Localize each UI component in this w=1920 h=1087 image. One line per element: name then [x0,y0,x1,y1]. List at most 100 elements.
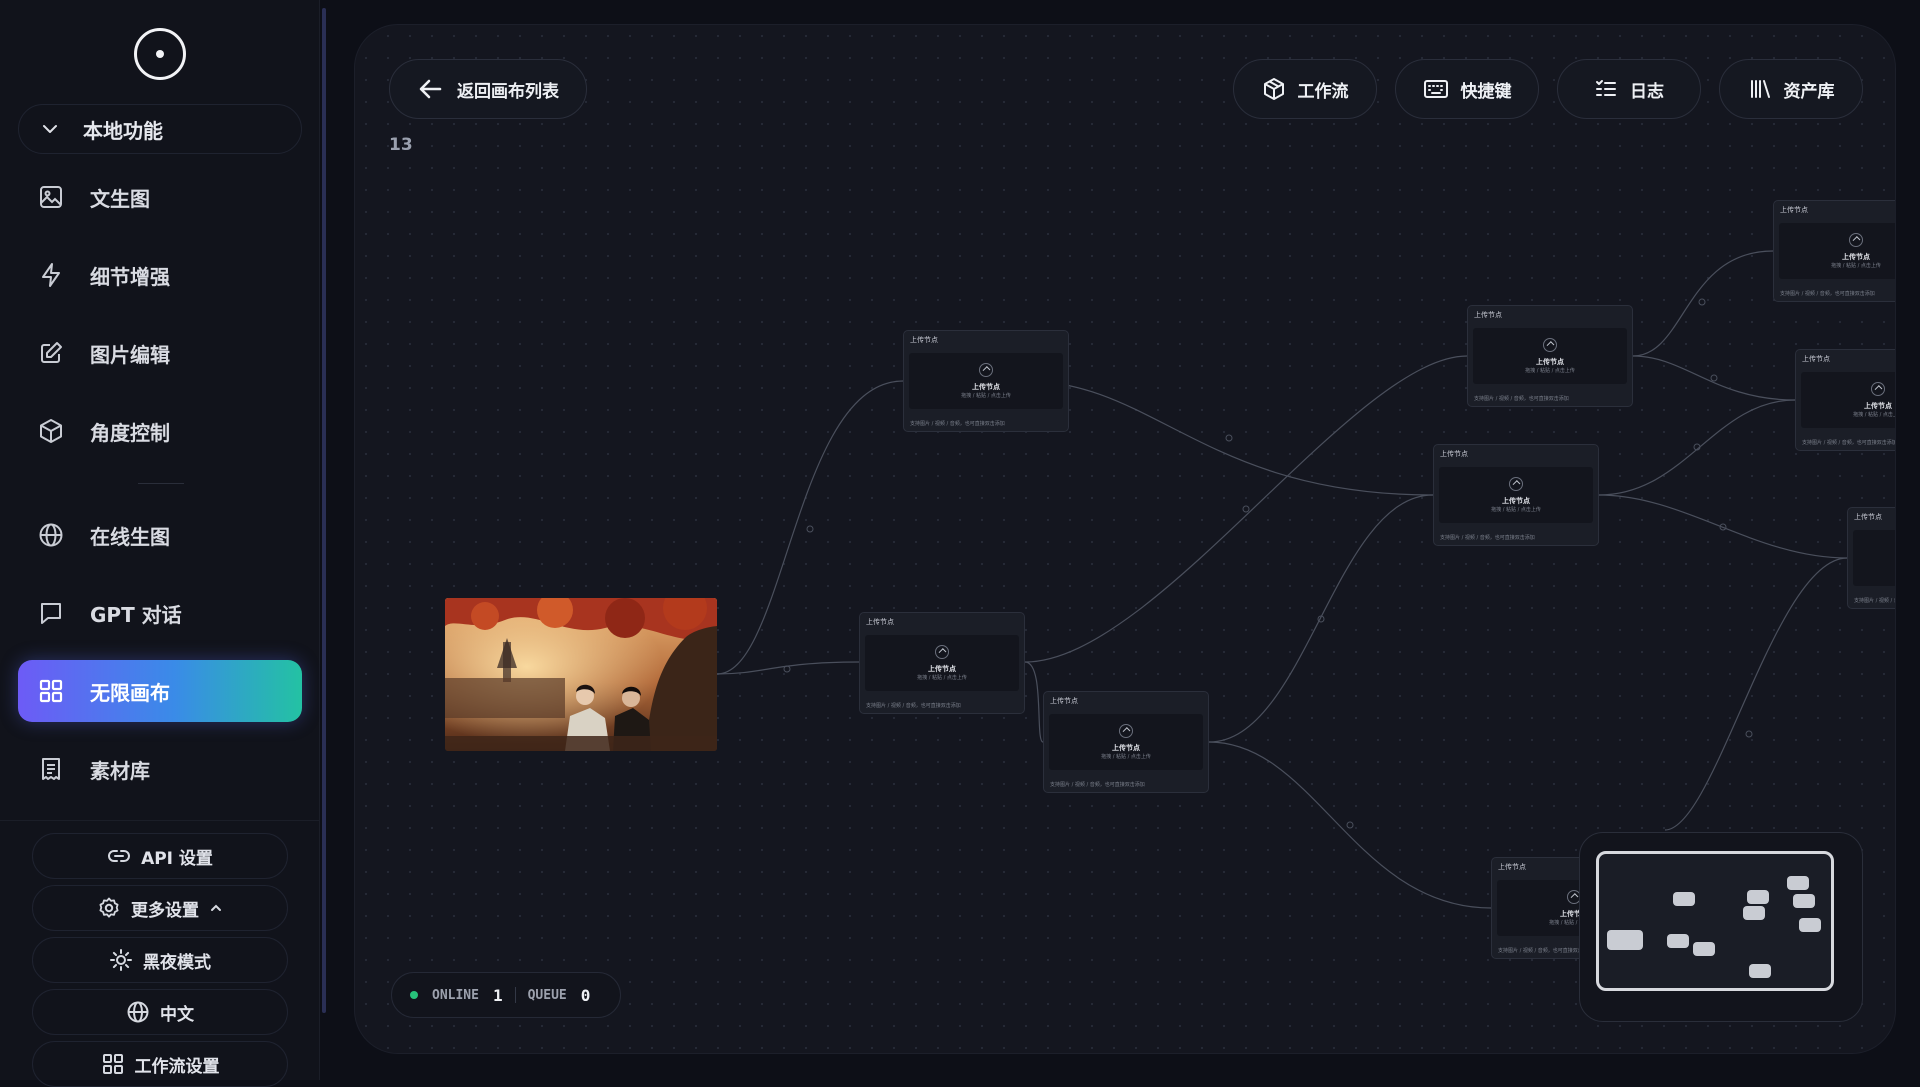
online-status-dot [410,991,418,999]
workflow-settings-button[interactable]: 工作流设置 [32,1041,288,1087]
sun-icon [110,949,132,971]
keyboard-icon [1423,80,1448,98]
assets-button[interactable]: 资产库 [1719,59,1863,119]
online-label: ONLINE [432,987,479,1003]
cube-icon [40,419,62,443]
node-title: 上传节点 [1780,206,1808,214]
node-title: 上传节点 [1050,697,1078,705]
upload-dropzone[interactable]: 上传节点 拖拽 / 粘贴 / 点击上传 [1473,328,1627,384]
node-footer: 支持图片 / 视频 / 音频，也可直接双击添加 [1050,782,1145,788]
sidebar-item-label: 角度控制 [90,420,170,445]
node-footer: 支持图片 / 视频 / 音频，也可直接双击添加 [1780,291,1875,297]
upload-node[interactable]: 上传节点 上传节点 拖拽 / 粘贴 / 点击上传 支持图片 / 视频 / 音频，… [859,612,1025,714]
bottom-divider [0,820,320,821]
infinite-canvas[interactable]: 返回画布列表 工作流 快捷键 日志 资产库 13 上传节点 上传节点 拖拽 / … [354,24,1896,1054]
minimap-node [1667,934,1689,948]
upload-dropzone[interactable]: 上传节点 拖拽 / 粘贴 / 点击上传 [1779,223,1895,279]
node-title: 上传节点 [1440,450,1468,458]
minimap-node [1799,918,1821,932]
upload-node[interactable]: 上传节点 上传节点 拖拽 / 粘贴 / 点击上传 支持图片 / 视频 / 音频，… [1847,507,1895,609]
sidebar-item-online-gen[interactable]: 在线生图 [18,504,302,566]
upload-cloud-icon [1849,233,1863,247]
library-icon [1750,80,1770,98]
node-title: 上传节点 [1802,355,1830,363]
upload-node[interactable]: 上传节点 上传节点 拖拽 / 粘贴 / 点击上传 支持图片 / 视频 / 音频，… [1433,444,1599,546]
link-icon [108,850,130,862]
node-footer: 支持图片 / 视频 / 音频，也可直接双击添加 [910,421,1005,427]
upload-cloud-icon [1119,724,1133,738]
back-label: 返回画布列表 [457,81,559,102]
upload-dropzone[interactable]: 上传节点 拖拽 / 粘贴 / 点击上传 [909,353,1063,409]
node-label: 上传节点 [1842,253,1870,261]
sidebar-item-detail-enhance[interactable]: 细节增强 [18,244,302,306]
upload-dropzone[interactable]: 上传节点 拖拽 / 粘贴 / 点击上传 [1801,372,1895,428]
nav-divider [138,483,184,484]
node-subtext: 拖拽 / 粘贴 / 点击上传 [1853,569,1895,576]
back-to-canvas-list-button[interactable]: 返回画布列表 [389,59,587,119]
dark-mode-button[interactable]: 黑夜模式 [32,937,288,983]
sidebar-item-label: 在线生图 [90,524,170,549]
upload-node[interactable]: 上传节点 上传节点 拖拽 / 粘贴 / 点击上传 支持图片 / 视频 / 音频，… [1467,305,1633,407]
upload-node[interactable]: 上传节点 上传节点 拖拽 / 粘贴 / 点击上传 支持图片 / 视频 / 音频，… [1773,200,1895,302]
gear-icon [99,897,119,918]
upload-cloud-icon [1871,382,1885,396]
node-subtext: 拖拽 / 粘贴 / 点击上传 [1831,263,1881,269]
node-label: 上传节点 [928,665,956,673]
sidebar-scrollbar[interactable] [322,8,326,1013]
shortcuts-button[interactable]: 快捷键 [1395,59,1539,119]
sidebar-item-infinite-canvas[interactable]: 无限画布 [18,660,302,722]
section-toggle-local[interactable]: 本地功能 [18,104,302,154]
upload-node[interactable]: 上传节点 上传节点 拖拽 / 粘贴 / 点击上传 支持图片 / 视频 / 音频，… [903,330,1069,432]
sidebar-item-text-to-image[interactable]: 文生图 [18,166,302,228]
upload-cloud-icon [935,645,949,659]
upload-dropzone[interactable]: 上传节点 拖拽 / 粘贴 / 点击上传 [1049,714,1203,770]
node-subtext: 拖拽 / 粘贴 / 点击上传 [1101,754,1151,760]
document-icon [42,758,60,780]
node-footer: 支持图片 / 视频 / 音频，也可直接双击添加 [1802,440,1896,446]
upload-node[interactable]: 上传节点 上传节点 拖拽 / 粘贴 / 点击上传 支持图片 / 视频 / 音频，… [1043,691,1209,793]
node-label: 上传节点 [1853,559,1895,569]
sidebar-item-angle-control[interactable]: 角度控制 [18,400,302,462]
workflow-button[interactable]: 工作流 [1233,59,1377,119]
minimap[interactable] [1579,832,1863,1022]
node-title: 上传节点 [910,336,938,344]
queue-count: 0 [580,985,591,1005]
workflow-settings-label: 工作流设置 [134,1056,220,1077]
more-settings-button[interactable]: 更多设置 [32,885,288,931]
sidebar-item-label: 无限画布 [90,680,170,705]
node-footer: 支持图片 / 视频 / 音频，也可直接双击添加 [866,703,961,709]
upload-dropzone[interactable]: 上传节点 拖拽 / 粘贴 / 点击上传 [865,635,1019,691]
chevron-up-icon [211,904,221,911]
node-subtext: 拖拽 / 粘贴 / 点击上传 [961,393,1011,399]
upload-dropzone[interactable]: 上传节点 拖拽 / 粘贴 / 点击上传 [1853,530,1895,586]
logo-icon[interactable] [134,28,186,80]
image-node[interactable] [445,598,717,751]
language-label: 中文 [160,1004,194,1025]
minimap-viewport[interactable] [1596,851,1834,991]
node-subtext: 拖拽 / 粘贴 / 点击上传 [1525,368,1575,374]
node-footer: 支持图片 / 视频 / 音频，也可直接双击添加 [1474,396,1569,402]
online-count: 1 [492,985,503,1005]
log-button[interactable]: 日志 [1557,59,1701,119]
chat-icon [41,603,61,624]
edit-icon [41,342,62,363]
upload-cloud-icon [1543,338,1557,352]
language-button[interactable]: 中文 [32,989,288,1035]
sidebar-item-asset-library[interactable]: 素材库 [18,738,302,800]
node-label: 上传节点 [1536,358,1564,366]
sidebar-item-label: GPT 对话 [90,602,182,627]
sidebar-item-gpt-chat[interactable]: GPT 对话 [18,582,302,644]
sidebar-item-label: 素材库 [90,758,150,783]
minimap-node [1787,876,1809,890]
sidebar-item-image-edit[interactable]: 图片编辑 [18,322,302,384]
api-settings-button[interactable]: API 设置 [32,833,288,879]
arrow-left-icon [419,79,442,99]
upload-node[interactable]: 上传节点 上传节点 拖拽 / 粘贴 / 点击上传 支持图片 / 视频 / 音频，… [1795,349,1896,451]
image-icon [40,186,62,208]
node-footer: 支持图片 / 视频 / 音频，也可直接双击添加 [1854,598,1895,604]
list-icon [1596,80,1616,96]
chevron-down-icon [43,125,57,133]
node-label: 上传节点 [1864,402,1892,410]
upload-dropzone[interactable]: 上传节点 拖拽 / 粘贴 / 点击上传 [1439,467,1593,523]
workflow-label: 工作流 [1297,81,1349,102]
